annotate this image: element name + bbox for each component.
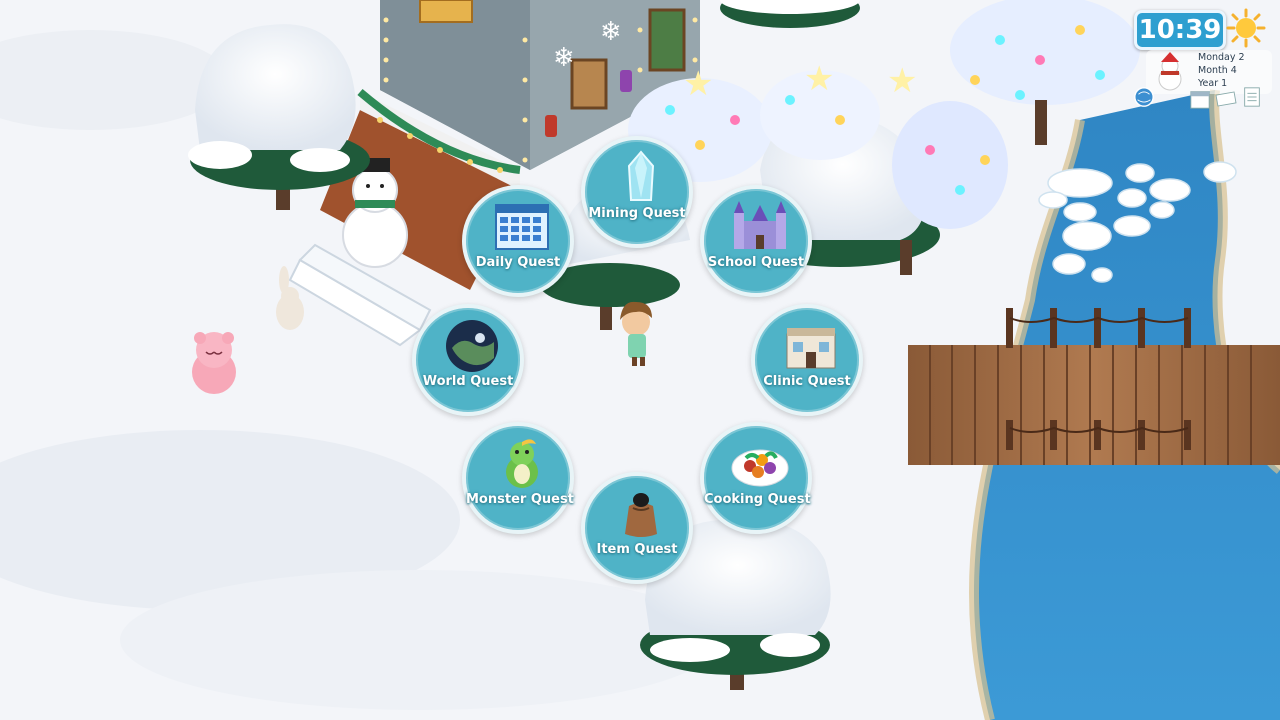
snow-drift — [120, 570, 720, 710]
quest-label: Mining Quest — [588, 206, 686, 221]
day-label: Monday 2 — [1198, 52, 1245, 63]
quest-label: Item Quest — [596, 542, 678, 557]
pink-bear-creature — [192, 332, 236, 394]
calendar-icon — [495, 204, 549, 250]
cooking-quest-button[interactable]: Cooking Quest — [700, 422, 812, 534]
quest-label: World Quest — [422, 374, 514, 389]
snowflake-decoration: ❄ — [553, 43, 575, 73]
clinic-building-icon — [786, 328, 836, 369]
quest-label: School Quest — [707, 255, 805, 270]
monster-icon — [506, 439, 538, 488]
game-clock: 10:39 — [1134, 10, 1226, 50]
castle-icon — [734, 201, 786, 249]
svg-text:★: ★ — [887, 61, 917, 101]
quest-label: Clinic Quest — [763, 374, 851, 389]
hud-panel: 10:39 Monday 2 Month 4 Year 1 — [1132, 6, 1278, 124]
sun-icon — [1226, 8, 1266, 48]
game-world: ❄ ❄ ★ ★ ★ — [0, 0, 1280, 720]
mining-quest-button[interactable]: Mining Quest — [581, 136, 693, 248]
world-quest-button[interactable]: World Quest — [412, 304, 524, 416]
monster-quest-button[interactable]: Monster Quest — [462, 422, 574, 534]
item-bag-icon — [625, 493, 657, 537]
quest-label: Monster Quest — [466, 492, 574, 507]
globe-icon[interactable] — [1132, 86, 1156, 108]
salad-plate-icon — [731, 449, 789, 487]
snowman-avatar — [1158, 52, 1182, 91]
daily-quest-button[interactable]: Daily Quest — [462, 185, 574, 297]
school-quest-button[interactable]: School Quest — [700, 185, 812, 297]
snowflake-decoration: ❄ — [600, 17, 622, 47]
calendar-icon[interactable] — [1188, 88, 1212, 110]
month-label: Month 4 — [1198, 65, 1237, 76]
item-quest-button[interactable]: Item Quest — [581, 472, 693, 584]
globe-icon — [446, 320, 498, 372]
clinic-quest-button[interactable]: Clinic Quest — [751, 304, 863, 416]
notes-icon[interactable] — [1240, 86, 1264, 108]
ticket-icon[interactable] — [1214, 88, 1238, 110]
svg-text:★: ★ — [683, 64, 713, 104]
svg-text:★: ★ — [804, 59, 834, 99]
quest-label: Daily Quest — [475, 255, 561, 270]
quest-label: Cooking Quest — [704, 492, 811, 507]
ice-crystal-icon — [627, 150, 655, 201]
